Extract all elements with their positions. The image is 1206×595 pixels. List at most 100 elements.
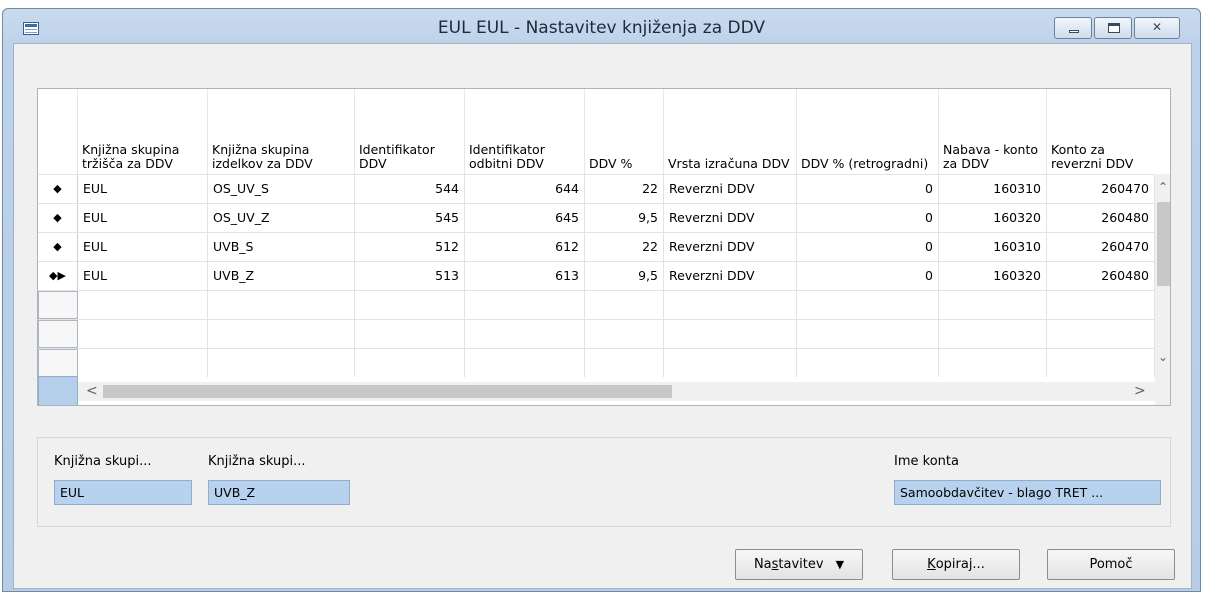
help-button[interactable]: Pomoč <box>1047 549 1175 580</box>
empty-cell[interactable] <box>664 320 797 348</box>
product-group-field[interactable]: UVB_Z <box>208 480 350 505</box>
empty-cell[interactable] <box>465 349 585 377</box>
cell-vat-identifier[interactable]: 512 <box>355 233 465 261</box>
cell-vat-percent-retrograde[interactable]: 0 <box>797 175 939 203</box>
cell-purchase-vat-account[interactable]: 160320 <box>939 204 1047 232</box>
cell-reverse-charge-account[interactable]: 260480 <box>1047 262 1155 290</box>
cell-market-group[interactable]: EUL <box>78 175 208 203</box>
cell-reverse-charge-account[interactable]: 260480 <box>1047 204 1155 232</box>
empty-cell[interactable] <box>78 320 208 348</box>
cell-market-group[interactable]: EUL <box>78 233 208 261</box>
cell-vat-calculation-type[interactable]: Reverzni DDV <box>664 233 797 261</box>
cell-reverse-charge-account[interactable]: 260470 <box>1047 233 1155 261</box>
empty-cell[interactable] <box>585 291 664 319</box>
cell-vat-percent-retrograde[interactable]: 0 <box>797 262 939 290</box>
cell-vat-percent[interactable]: 22 <box>585 175 664 203</box>
row-marker-empty[interactable] <box>38 291 78 319</box>
cell-vat-calculation-type[interactable]: Reverzni DDV <box>664 204 797 232</box>
table-row-empty[interactable] <box>38 290 1155 319</box>
empty-cell[interactable] <box>78 291 208 319</box>
table-row-current[interactable]: ◆▶ EUL UVB_Z 513 613 9,5 Reverzni DDV 0 … <box>38 261 1155 290</box>
empty-cell[interactable] <box>585 349 664 377</box>
empty-cell[interactable] <box>1047 320 1155 348</box>
row-marker-empty[interactable] <box>38 320 78 348</box>
column-header-vat-identifier[interactable]: Identifikator DDV <box>355 89 465 174</box>
vertical-scroll-thumb[interactable] <box>1157 202 1170 286</box>
empty-cell[interactable] <box>1047 349 1155 377</box>
cell-deductible-vat-identifier[interactable]: 612 <box>465 233 585 261</box>
cell-deductible-vat-identifier[interactable]: 613 <box>465 262 585 290</box>
row-marker-empty[interactable] <box>38 349 78 377</box>
column-header-reverse-charge-account[interactable]: Konto za reverzni DDV <box>1047 89 1155 174</box>
close-button[interactable]: ✕ <box>1134 17 1180 39</box>
cell-vat-percent[interactable]: 9,5 <box>585 262 664 290</box>
account-name-field[interactable]: Samoobdavčitev - blago TRET ... <box>894 480 1161 505</box>
minimize-button[interactable] <box>1054 17 1092 39</box>
cell-vat-percent-retrograde[interactable]: 0 <box>797 233 939 261</box>
cell-vat-percent[interactable]: 22 <box>585 233 664 261</box>
table-row[interactable]: ◆ EUL UVB_S 512 612 22 Reverzni DDV 0 16… <box>38 232 1155 261</box>
empty-cell[interactable] <box>797 349 939 377</box>
cell-purchase-vat-account[interactable]: 160310 <box>939 175 1047 203</box>
cell-product-group[interactable]: UVB_S <box>208 233 355 261</box>
empty-cell[interactable] <box>355 320 465 348</box>
empty-cell[interactable] <box>939 320 1047 348</box>
cell-deductible-vat-identifier[interactable]: 644 <box>465 175 585 203</box>
cell-vat-identifier[interactable]: 513 <box>355 262 465 290</box>
cell-vat-identifier[interactable]: 544 <box>355 175 465 203</box>
empty-cell[interactable] <box>1047 291 1155 319</box>
scroll-left-icon[interactable]: < <box>86 383 98 399</box>
empty-cell[interactable] <box>797 320 939 348</box>
horizontal-scrollbar[interactable]: < > <box>78 382 1155 401</box>
empty-cell[interactable] <box>939 291 1047 319</box>
row-marker[interactable]: ◆ <box>38 175 78 203</box>
cell-market-group[interactable]: EUL <box>78 262 208 290</box>
maximize-button[interactable] <box>1094 17 1132 39</box>
market-group-field[interactable]: EUL <box>54 480 192 505</box>
empty-cell[interactable] <box>797 291 939 319</box>
table-row[interactable]: ◆ EUL OS_UV_S 544 644 22 Reverzni DDV 0 … <box>38 174 1155 203</box>
empty-cell[interactable] <box>664 291 797 319</box>
column-header-vat-calculation-type[interactable]: Vrsta izračuna DDV <box>664 89 797 174</box>
select-all-corner[interactable] <box>38 376 78 405</box>
row-marker[interactable]: ◆ <box>38 233 78 261</box>
cell-reverse-charge-account[interactable]: 260470 <box>1047 175 1155 203</box>
scroll-up-icon[interactable]: ⌃ <box>1158 180 1168 194</box>
scroll-down-icon[interactable]: ⌄ <box>1158 350 1168 364</box>
copy-button[interactable]: Kopiraj... <box>892 549 1020 580</box>
column-header-vat-percent[interactable]: DDV % <box>585 89 664 174</box>
cell-vat-percent-retrograde[interactable]: 0 <box>797 204 939 232</box>
empty-cell[interactable] <box>208 291 355 319</box>
scroll-right-icon[interactable]: > <box>1134 383 1146 399</box>
empty-cell[interactable] <box>465 291 585 319</box>
table-row[interactable]: ◆ EUL OS_UV_Z 545 645 9,5 Reverzni DDV 0… <box>38 203 1155 232</box>
column-header-market-group[interactable]: Knjižna skupina tržišča za DDV <box>78 89 208 174</box>
empty-cell[interactable] <box>664 349 797 377</box>
cell-market-group[interactable]: EUL <box>78 204 208 232</box>
cell-vat-calculation-type[interactable]: Reverzni DDV <box>664 175 797 203</box>
empty-cell[interactable] <box>465 320 585 348</box>
vat-posting-setup-grid[interactable]: Knjižna skupina tržišča za DDV Knjižna s… <box>37 88 1171 406</box>
column-header-purchase-vat-account[interactable]: Nabava - konto za DDV <box>939 89 1047 174</box>
setup-menu-button[interactable]: Na s tavitev ▼ <box>735 549 863 580</box>
cell-product-group[interactable]: OS_UV_S <box>208 175 355 203</box>
column-header-product-group[interactable]: Knjižna skupina izdelkov za DDV <box>208 89 355 174</box>
title-bar[interactable]: EUL EUL - Nastavitev knjiženja za DDV ✕ <box>3 9 1200 43</box>
row-marker[interactable]: ◆ <box>38 204 78 232</box>
cell-deductible-vat-identifier[interactable]: 645 <box>465 204 585 232</box>
table-row-empty[interactable] <box>38 348 1155 377</box>
row-marker-current[interactable]: ◆▶ <box>38 262 78 290</box>
empty-cell[interactable] <box>208 349 355 377</box>
cell-purchase-vat-account[interactable]: 160320 <box>939 262 1047 290</box>
empty-cell[interactable] <box>78 349 208 377</box>
vertical-scrollbar[interactable]: ⌃ ⌄ <box>1155 174 1170 405</box>
cell-vat-calculation-type[interactable]: Reverzni DDV <box>664 262 797 290</box>
cell-purchase-vat-account[interactable]: 160310 <box>939 233 1047 261</box>
cell-product-group[interactable]: UVB_Z <box>208 262 355 290</box>
empty-cell[interactable] <box>355 349 465 377</box>
column-header-vat-percent-retrograde[interactable]: DDV % (retrogradni) <box>797 89 939 174</box>
empty-cell[interactable] <box>939 349 1047 377</box>
table-row-empty[interactable] <box>38 319 1155 348</box>
empty-cell[interactable] <box>208 320 355 348</box>
empty-cell[interactable] <box>585 320 664 348</box>
